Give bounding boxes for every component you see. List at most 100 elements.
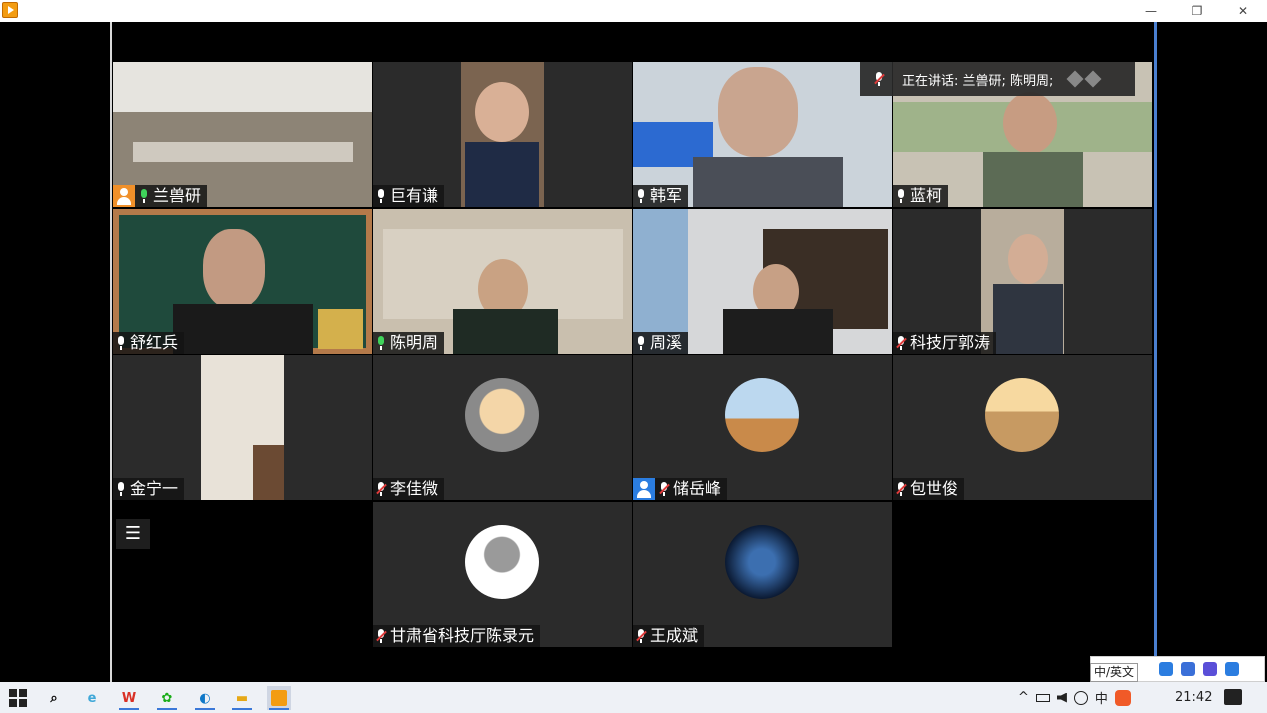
video-tile[interactable]: 储岳峰 [633,355,892,500]
avatar [725,525,799,599]
mic-muted-icon [376,629,387,643]
participant-name: 科技厅郭涛 [910,333,991,352]
wechat-glyph: ✿ [161,690,173,706]
file-explorer-icon[interactable]: ▬ [230,686,254,710]
video-gallery: 兰兽研 巨有谦 韩军 蓝柯 舒红兵 陈明周 周溪 科技厅郭涛 金宁一 李佳微 储… [112,22,1154,682]
system-tray: ^ 中 [1018,682,1131,713]
clock[interactable]: 21:42 [1175,682,1212,713]
participant-label: 周溪 [633,332,689,354]
meeting-app-icon[interactable] [267,686,291,710]
wechat-icon[interactable]: ✿ [155,686,179,710]
participant-label: 陈明周 [373,332,445,354]
participant-name: 甘肃省科技厅陈录元 [390,626,535,645]
running-indicator [195,708,215,710]
video-tile[interactable]: 科技厅郭涛 [893,209,1152,354]
mic-icon [139,189,149,203]
skin-icon[interactable] [1203,662,1217,676]
cohost-icon [633,478,655,500]
video-tile[interactable]: 舒红兵 [113,209,372,354]
app-icon[interactable] [2,2,18,18]
ime-tooltip: 中/英文 [1090,663,1139,682]
video-tile[interactable]: 巨有谦 [373,62,632,207]
video-frame [253,445,284,500]
participant-label: 蓝柯 [893,185,949,207]
participant-name: 舒红兵 [130,333,179,352]
banner-controls[interactable] [1066,70,1102,88]
active-speaker-banner: 正在讲话: 兰兽研; 陈明周; [860,62,1135,96]
video-tile[interactable]: 陈明周 [373,209,632,354]
host-icon [113,185,135,207]
wps-icon[interactable]: W [117,686,141,710]
participant-label: 舒红兵 [113,332,185,354]
action-center-icon[interactable] [1224,689,1242,705]
battery-icon[interactable] [1035,693,1050,702]
avatar [465,525,539,599]
participant-name: 韩军 [650,186,683,205]
video-frame [1008,234,1048,284]
edge-glyph: ◐ [199,690,211,706]
mic-icon [896,189,906,203]
participant-name: 王成斌 [650,626,699,645]
video-tile[interactable]: 李佳微 [373,355,632,500]
video-frame [993,284,1063,354]
participant-name: 蓝柯 [910,186,943,205]
keyboard-icon[interactable] [1181,662,1195,676]
mic-icon [116,482,126,496]
collapse-icon[interactable] [1084,70,1102,88]
participant-label: 甘肃省科技厅陈录元 [373,625,541,647]
participant-name: 陈明周 [390,333,439,352]
windows-start-icon[interactable] [6,686,30,710]
video-tile[interactable]: 周溪 [633,209,892,354]
ime-indicator[interactable]: 中 [1095,688,1108,707]
mic-icon[interactable] [1159,662,1173,676]
video-tile[interactable]: 韩军 [633,62,892,207]
mic-muted-icon [636,629,647,643]
video-frame [693,157,843,207]
explorer-glyph: ▬ [235,690,249,706]
mic-icon [636,336,646,350]
sogou-icon[interactable] [1114,689,1131,706]
participant-label: 科技厅郭涛 [893,332,997,354]
video-frame [453,309,558,354]
video-frame [475,82,529,142]
running-indicator [119,708,139,710]
minimize-button[interactable]: — [1128,0,1174,22]
close-button[interactable]: ✕ [1220,0,1266,22]
avatar [465,378,539,452]
video-tile[interactable]: 王成斌 [633,502,892,647]
network-globe-icon[interactable] [1073,690,1088,705]
mic-muted-icon [659,482,670,496]
participant-label: 包世俊 [893,478,965,500]
participant-name: 周溪 [650,333,683,352]
video-frame [718,67,798,157]
ie-icon[interactable]: e [80,686,104,710]
toolbox-icon[interactable] [1225,662,1239,676]
running-indicator [157,708,177,710]
video-tile[interactable]: 兰兽研 [113,62,372,207]
participant-label: 储岳峰 [633,478,728,500]
participant-list-button[interactable]: ☰ [116,519,150,549]
pin-icon[interactable] [1066,70,1084,88]
participant-label: 兰兽研 [113,185,208,207]
video-frame [983,152,1083,207]
edge-icon[interactable]: ◐ [193,686,217,710]
restore-button[interactable]: ❐ [1174,0,1220,22]
participant-label: 韩军 [633,185,689,207]
show-hidden-icons-icon[interactable]: ^ [1018,690,1029,705]
video-frame [465,142,539,207]
participant-name: 包世俊 [910,479,959,498]
volume-icon[interactable] [1056,692,1067,703]
video-tile[interactable]: 金宁一 [113,355,372,500]
video-frame [318,309,363,349]
participant-name: 金宁一 [130,479,179,498]
video-tile[interactable]: 包世俊 [893,355,1152,500]
video-frame [173,304,313,354]
participant-label: 巨有谦 [373,185,445,207]
meeting-app-glyph [271,690,287,706]
search-icon[interactable]: ⌕ [42,686,66,710]
taskbar: ⌕ e W ✿ ◐ ▬ ^ 中 21:42 [0,682,1267,713]
running-indicator [232,708,252,710]
video-tile[interactable]: 甘肃省科技厅陈录元 [373,502,632,647]
participant-label: 王成斌 [633,625,705,647]
video-frame [1003,92,1057,154]
